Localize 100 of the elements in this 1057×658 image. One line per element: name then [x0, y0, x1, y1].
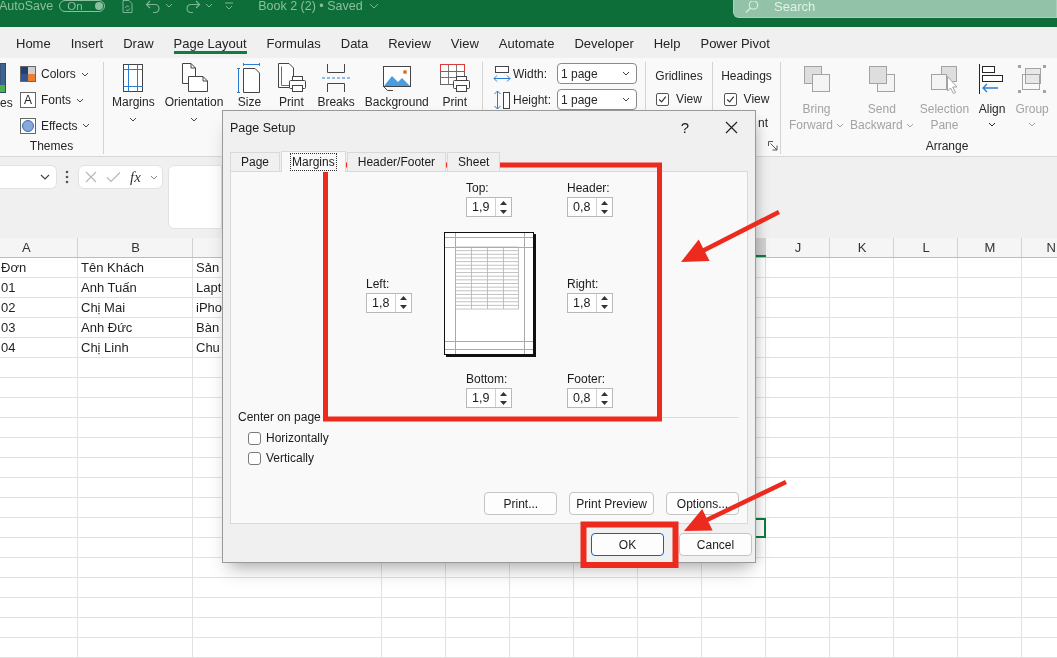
checkbox[interactable]	[248, 431, 261, 445]
spin-field[interactable]: 0,8	[567, 197, 613, 217]
chevron-down-icon	[622, 71, 630, 76]
dialog-tab[interactable]: Sheet	[447, 152, 501, 171]
width-arrows-icon	[493, 63, 511, 84]
spin-field[interactable]: 1,8	[366, 292, 412, 313]
breaks-button[interactable]: Breaks	[313, 62, 359, 109]
close-icon	[724, 121, 738, 134]
height-dropdown[interactable]: 1 page	[557, 89, 637, 110]
redo-icon[interactable]	[185, 0, 202, 13]
dialog-tab[interactable]: Header/Footer	[346, 152, 447, 171]
spin-field[interactable]: 0,8	[567, 388, 613, 408]
checkbox[interactable]	[248, 451, 261, 465]
column-header[interactable]: M	[984, 240, 996, 255]
ribbon-tab[interactable]: Help	[653, 27, 681, 54]
toggle-knob[interactable]	[95, 2, 104, 10]
down-triangle-icon	[500, 209, 507, 214]
column-header[interactable]: B	[131, 240, 140, 255]
column-header[interactable]: K	[857, 240, 867, 255]
chevron-down-icon[interactable]	[40, 174, 50, 180]
checkbox[interactable]	[656, 92, 670, 106]
dialog-button[interactable]: Cancel	[679, 533, 752, 556]
spin-field[interactable]: 1,9	[466, 388, 512, 408]
checkbox[interactable]	[723, 92, 737, 106]
search-icon	[745, 1, 759, 13]
ribbon-tab[interactable]: Formulas	[266, 27, 321, 54]
spin-field[interactable]: 1,9	[466, 197, 512, 217]
down-triangle-icon	[500, 400, 507, 405]
document-sync-icon[interactable]	[120, 0, 135, 13]
column-header[interactable]: A	[22, 240, 31, 255]
letter-icon: A	[20, 92, 36, 108]
margins-button[interactable]: Margins	[108, 62, 159, 122]
checkbox-label[interactable]: Vertically	[266, 451, 315, 465]
height-arrows-icon	[493, 89, 511, 110]
checkbox-label[interactable]: nt	[758, 115, 768, 131]
up-triangle-icon	[601, 296, 608, 300]
dialog-launcher-icon[interactable]	[768, 141, 778, 151]
vertical-dots-icon[interactable]	[65, 170, 69, 184]
dialog-button[interactable]: OK	[591, 533, 664, 556]
insert-function-button[interactable]: fx	[130, 169, 141, 185]
column-header[interactable]: J	[794, 240, 802, 255]
dialog-tab[interactable]: Page	[230, 152, 281, 171]
cell-text: Sản	[196, 260, 220, 275]
fonts-button[interactable]: A Fonts	[20, 87, 91, 113]
undo-icon[interactable]	[145, 0, 162, 13]
spin-field[interactable]: 1,8	[567, 292, 613, 313]
ribbon-tab[interactable]: Page Layout	[173, 27, 247, 54]
margin-label: Bottom:	[466, 372, 508, 386]
down-triangle-icon	[601, 305, 608, 309]
up-triangle-icon	[601, 391, 608, 396]
dialog-button[interactable]: Print...	[484, 492, 558, 515]
down-triangle-icon	[601, 209, 608, 214]
customize-icon[interactable]	[224, 1, 235, 11]
ribbon-tab[interactable]: Power Pivot	[700, 27, 770, 54]
column-header[interactable]: N	[1046, 240, 1056, 255]
grouped-squares-icon	[1016, 63, 1049, 95]
search-field[interactable]: Search	[733, 0, 1057, 18]
cropped-tile-icon	[0, 63, 6, 93]
dialog-tab[interactable]: Margins	[281, 151, 346, 172]
margin-label: Footer:	[567, 372, 605, 386]
background-button[interactable]: Background	[360, 62, 433, 109]
ribbon-tab[interactable]: Draw	[123, 27, 154, 54]
up-triangle-icon	[400, 296, 407, 300]
ribbon-tab[interactable]: Developer	[574, 27, 634, 54]
ribbon-tab[interactable]: Insert	[70, 27, 104, 54]
width-dropdown[interactable]: 1 page	[557, 63, 637, 84]
dialog-button[interactable]: Print Preview	[569, 492, 654, 515]
section-heading: Center on page	[238, 410, 321, 425]
help-button[interactable]: ?	[675, 119, 695, 136]
ribbon-tab[interactable]: Home	[16, 27, 51, 54]
align-button[interactable]: Align	[972, 62, 1013, 127]
chevron-down-icon	[82, 123, 91, 129]
cell-text: iPho	[196, 300, 223, 315]
margin-label: Header:	[567, 181, 610, 195]
circle-icon	[20, 117, 36, 134]
themes-button[interactable]: es	[0, 62, 13, 138]
effects-button[interactable]: Effects	[20, 113, 91, 138]
cell-text: 03	[1, 320, 16, 335]
checkbox-label[interactable]: View	[676, 91, 702, 107]
group-label: Arrange	[924, 138, 970, 154]
formula-input[interactable]	[168, 165, 222, 229]
checkbox-label[interactable]: Horizontally	[266, 431, 329, 445]
option-heading: Headings	[721, 68, 772, 84]
colors-button[interactable]: Colors	[20, 62, 91, 87]
cell-text: Đơn	[1, 260, 27, 275]
orientation-button[interactable]: Orientation	[160, 62, 228, 122]
dialog-button[interactable]: Options...	[666, 492, 739, 515]
size-button[interactable]: Size	[229, 62, 270, 109]
print-titles-button[interactable]: Print	[434, 62, 475, 109]
cell-text: Chị Linh	[81, 340, 129, 355]
cell-text: 02	[1, 300, 16, 315]
ribbon-tab[interactable]: Automate	[498, 27, 555, 54]
print-area-button[interactable]: Print	[271, 62, 312, 109]
checkbox-label[interactable]: View	[743, 91, 770, 107]
margin-label: Left:	[366, 276, 390, 291]
ribbon-tab[interactable]: Data	[340, 27, 369, 54]
column-header[interactable]: L	[922, 240, 930, 255]
ribbon-tab[interactable]: View	[450, 27, 479, 54]
checkmark-icon[interactable]	[106, 171, 121, 183]
ribbon-tab[interactable]: Review	[388, 27, 431, 54]
